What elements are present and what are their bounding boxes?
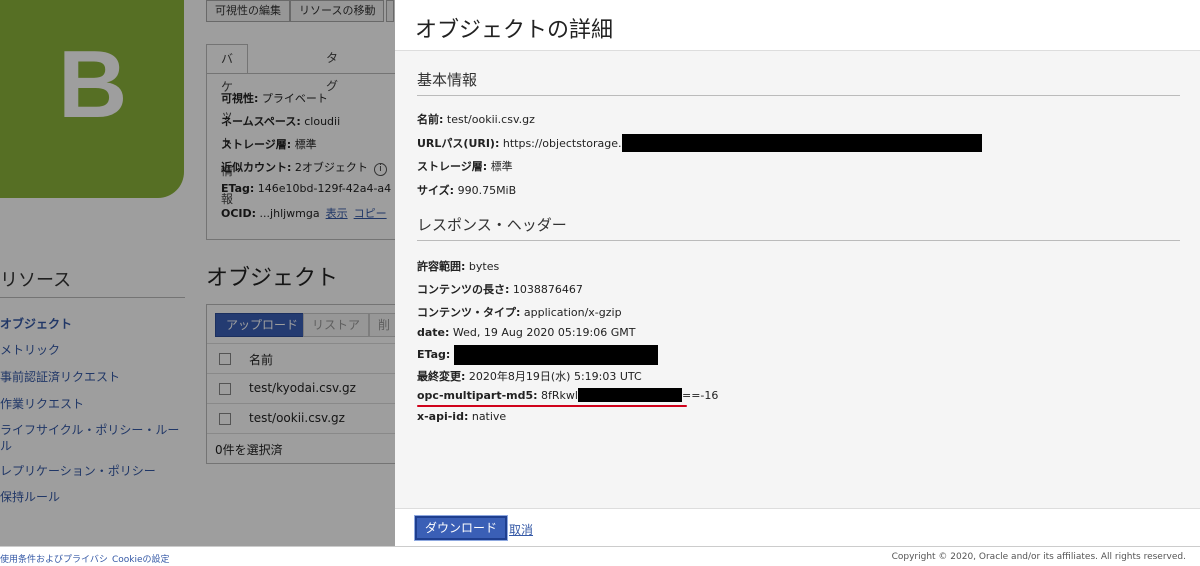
panel-title: オブジェクトの詳細 [415, 18, 614, 43]
size-field: サイズ: 990.75MiB [417, 184, 517, 197]
response-headers-divider [417, 240, 1180, 241]
api-id-field: x-api-id: native [417, 410, 507, 423]
name-field: 名前: test/ookii.csv.gz [417, 113, 535, 126]
object-details-panel: オブジェクトの詳細 基本情報 名前: test/ookii.csv.gz URL… [395, 0, 1200, 546]
download-button[interactable]: ダウンロード [415, 516, 508, 540]
panel-footer: ダウンロード 取消 [395, 508, 1200, 546]
content-type-field: コンテンツ・タイプ: application/x-gzip [417, 306, 622, 319]
redaction-box [577, 388, 682, 402]
cancel-link[interactable]: 取消 [509, 521, 533, 538]
uri-field: URLパス(URI): https://objectstorage. [417, 133, 982, 152]
redaction-box [453, 345, 658, 365]
terms-privacy-link[interactable]: 使用条件およびプライバシ [0, 552, 108, 565]
basic-info-title: 基本情報 [417, 71, 478, 89]
copyright-text: Copyright © 2020, Oracle and/or its affi… [891, 552, 1186, 562]
date-field: date: Wed, 19 Aug 2020 05:19:06 GMT [417, 326, 636, 339]
cookie-settings-link[interactable]: Cookieの設定 [112, 552, 170, 565]
content-length-field: コンテンツの長さ: 1038876467 [417, 283, 583, 296]
accept-ranges-field: 許容範囲: bytes [417, 260, 500, 273]
page-footer: 使用条件およびプライバシ Cookieの設定 Copyright © 2020,… [0, 546, 1200, 566]
panel-body: 基本情報 名前: test/ookii.csv.gz URLパス(URI): h… [395, 50, 1200, 508]
multipart-md5-field: opc-multipart-md5: 8fRkwl ==-16 [417, 388, 719, 402]
last-modified-field: 最終変更: 2020年8月19日(水) 5:19:03 UTC [417, 370, 642, 383]
highlight-underline [417, 405, 687, 407]
basic-info-divider [417, 95, 1180, 96]
etag-field: ETag: [417, 345, 658, 365]
redaction-box [621, 133, 982, 152]
storage-tier-field: ストレージ層: 標準 [417, 160, 513, 173]
response-headers-title: レスポンス・ヘッダー [417, 216, 567, 234]
